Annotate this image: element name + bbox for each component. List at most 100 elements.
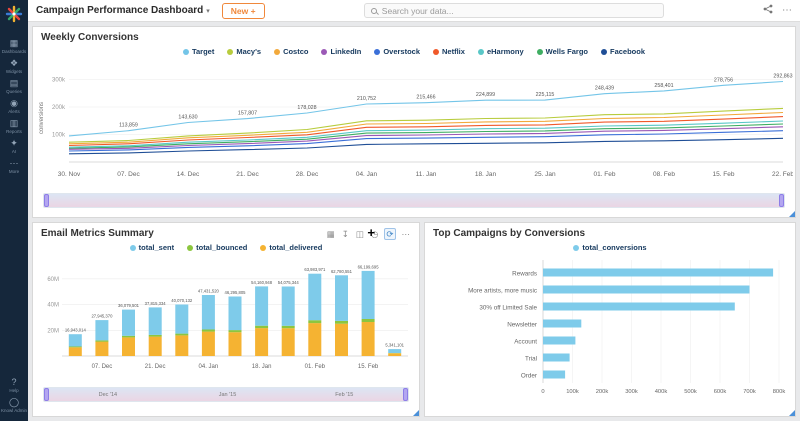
sidebar-item-more[interactable]: ⋯More	[0, 158, 28, 174]
bar-segment-total-delivered[interactable]	[282, 328, 295, 356]
bar-segment-total-bounced[interactable]	[69, 347, 82, 348]
legend-item-macy-s[interactable]: Macy's	[227, 47, 261, 56]
legend-item-total-conversions[interactable]: total_conversions	[573, 243, 646, 252]
legend-item-netflix[interactable]: Netflix	[433, 47, 465, 56]
bar-segment-total-delivered[interactable]	[255, 328, 268, 356]
more-icon[interactable]: ⋯	[401, 229, 412, 239]
hbar-account[interactable]	[543, 337, 575, 345]
hbar-order[interactable]	[543, 371, 565, 379]
sidebar-item-queries[interactable]: ▤Queries	[0, 78, 28, 94]
sidebar-item-help[interactable]: ?Help	[0, 377, 28, 393]
bar-segment-total-delivered[interactable]	[362, 322, 375, 356]
legend-item-target[interactable]: Target	[183, 47, 214, 56]
history-icon[interactable]: ◷	[370, 229, 379, 239]
bar-segment-total-delivered[interactable]	[335, 324, 348, 356]
sidebar-item-dashboards[interactable]: ▦Dashboards	[0, 38, 28, 54]
weekly-navigator-left-handle[interactable]	[44, 194, 49, 207]
new-button[interactable]: New +	[222, 3, 265, 19]
legend-item-eharmony[interactable]: eHarmony	[478, 47, 524, 56]
hbar-30-off-limited-sale[interactable]	[543, 303, 735, 311]
sidebar-item-reports[interactable]: ▥Reports	[0, 118, 28, 134]
search-input[interactable]: Search your data...	[364, 3, 664, 18]
legend-item-costco[interactable]: Costco	[274, 47, 308, 56]
svg-text:66,199,695: 66,199,695	[358, 264, 380, 269]
bar-segment-total-bounced[interactable]	[149, 335, 162, 337]
weekly-navigator-right-handle[interactable]	[779, 194, 784, 207]
bar-segment-total-bounced[interactable]	[362, 319, 375, 322]
bar-segment-total-sent[interactable]	[175, 305, 188, 334]
sidebar-item-alerts[interactable]: ◉Alerts	[0, 98, 28, 114]
bar-segment-total-bounced[interactable]	[95, 340, 108, 341]
series-line-netflix[interactable]	[69, 117, 783, 146]
sidebar-item-ai[interactable]: ✦AI	[0, 138, 28, 154]
dashboard-title[interactable]: Campaign Performance Dashboard	[36, 5, 203, 16]
bar-segment-total-bounced[interactable]	[335, 321, 348, 324]
bar-segment-total-sent[interactable]	[282, 287, 295, 326]
bar-segment-total-bounced[interactable]	[255, 326, 268, 328]
bar-segment-total-delivered[interactable]	[122, 337, 135, 356]
chart-type-icon[interactable]: ◫	[355, 229, 365, 239]
sidebar-item-admin[interactable]: ◯Knowl Admin	[0, 397, 28, 413]
bar-segment-total-sent[interactable]	[122, 310, 135, 336]
export-icon[interactable]: ↧	[341, 229, 350, 239]
legend-item-total-sent[interactable]: total_sent	[130, 243, 174, 252]
series-line-wells-fargo[interactable]	[69, 124, 783, 148]
bar-segment-total-bounced[interactable]	[282, 326, 295, 328]
legend-item-linkedin[interactable]: LinkedIn	[321, 47, 361, 56]
bar-segment-total-bounced[interactable]	[308, 320, 321, 323]
svg-text:100k: 100k	[566, 389, 579, 395]
legend-item-facebook[interactable]: Facebook	[601, 47, 645, 56]
legend-item-total-delivered[interactable]: total_delivered	[260, 243, 322, 252]
bar-segment-total-delivered[interactable]	[308, 323, 321, 356]
email-range-navigator[interactable]: Dec '14 Jan '15 Feb '15	[43, 387, 409, 402]
resize-corner-icon[interactable]	[789, 410, 795, 416]
resize-corner-icon[interactable]	[413, 410, 419, 416]
weekly-conversions-chart[interactable]: 100k200k300kconversions30. Nov07. Dec14.…	[35, 58, 793, 190]
email-nav-label-2: Jan '15	[219, 392, 237, 398]
app-logo-icon[interactable]	[5, 5, 23, 28]
refresh-icon[interactable]: ⟳	[384, 228, 395, 240]
hbar-newsletter[interactable]	[543, 320, 581, 328]
legend-item-wells-fargo[interactable]: Wells Fargo	[537, 47, 588, 56]
hbar-rewards[interactable]	[543, 269, 773, 277]
bar-segment-total-sent[interactable]	[202, 295, 215, 330]
bar-segment-total-delivered[interactable]	[175, 335, 188, 356]
sidebar-item-widgets[interactable]: ❖Widgets	[0, 58, 28, 74]
email-metrics-chart[interactable]: 20M40M60M16,943,01427,945,37036,079,5013…	[36, 254, 416, 384]
email-navigator-left-handle[interactable]	[44, 388, 49, 401]
bar-segment-total-sent[interactable]	[149, 307, 162, 335]
bar-segment-total-delivered[interactable]	[95, 342, 108, 356]
bar-segment-total-bounced[interactable]	[229, 330, 242, 332]
bar-segment-total-delivered[interactable]	[69, 347, 82, 356]
bar-segment-total-sent[interactable]	[95, 320, 108, 340]
top-campaigns-chart[interactable]: 0100k200k300k400k500k600k700k800kRewards…	[427, 254, 793, 406]
bar-segment-total-sent[interactable]	[308, 274, 321, 321]
resize-corner-icon[interactable]	[789, 211, 795, 217]
hbar-trial[interactable]	[543, 354, 570, 362]
bar-segment-total-delivered[interactable]	[149, 337, 162, 356]
hbar-chart-group: 0100k200k300k400k500k600k700k800kRewards…	[468, 260, 785, 395]
legend-item-overstock[interactable]: Overstock	[374, 47, 420, 56]
bar-segment-total-sent[interactable]	[255, 286, 268, 325]
hbar-more-artists-more-music[interactable]	[543, 286, 750, 294]
sidebar-nav: ▦Dashboards ❖Widgets ▤Queries ◉Alerts ▥Repor…	[0, 34, 28, 178]
bar-segment-total-bounced[interactable]	[175, 334, 188, 336]
bar-segment-total-sent[interactable]	[229, 297, 242, 331]
weekly-range-navigator[interactable]	[43, 193, 785, 208]
email-navigator-right-handle[interactable]	[403, 388, 408, 401]
bar-segment-total-bounced[interactable]	[202, 330, 215, 332]
bar-segment-total-sent[interactable]	[69, 334, 82, 346]
bar-segment-total-delivered[interactable]	[229, 332, 242, 356]
bar-segment-total-delivered[interactable]	[202, 332, 215, 356]
series-line-costco[interactable]	[69, 113, 783, 144]
table-view-icon[interactable]: ▦	[326, 229, 336, 239]
share-icon[interactable]	[763, 4, 773, 17]
bar-segment-total-delivered[interactable]	[388, 353, 401, 356]
bar-segment-total-bounced[interactable]	[122, 336, 135, 338]
more-menu-icon[interactable]: ⋯	[782, 5, 792, 16]
bar-segment-total-sent[interactable]	[335, 275, 348, 321]
bar-segment-total-sent[interactable]	[362, 271, 375, 319]
chevron-down-icon[interactable]: ▾	[206, 7, 210, 15]
legend-item-total-bounced[interactable]: total_bounced	[187, 243, 247, 252]
bar-segment-total-sent[interactable]	[388, 349, 401, 353]
